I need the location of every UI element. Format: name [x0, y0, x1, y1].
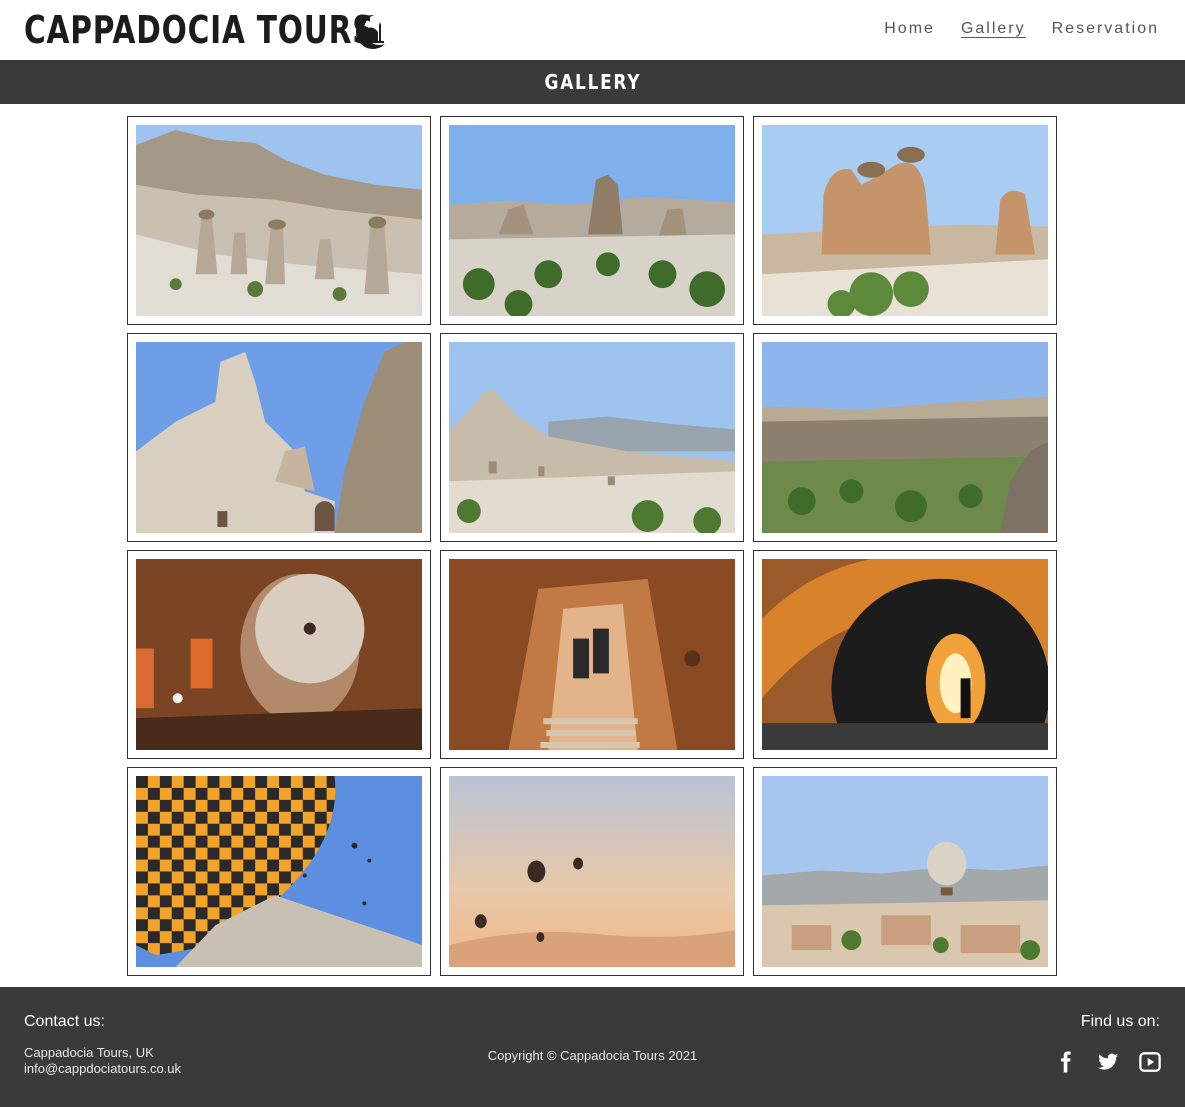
main-nav: Home Gallery Reservation	[884, 20, 1159, 38]
gallery-photo[interactable]	[753, 333, 1057, 542]
nav-home[interactable]: Home	[884, 20, 935, 38]
photo-ihlara-valley	[762, 342, 1048, 533]
photo-uchisar-castle-town	[449, 342, 735, 533]
gallery-photo[interactable]	[127, 116, 431, 325]
copyright-text: Copyright © Cappadocia Tours 2021	[487, 1048, 698, 1063]
contact-title: Contact us:	[24, 1013, 105, 1030]
youtube-icon[interactable]	[1139, 1051, 1161, 1073]
nav-gallery[interactable]: Gallery	[961, 20, 1026, 38]
gallery-photo[interactable]	[440, 767, 744, 976]
page-title: GALLERY	[544, 70, 641, 94]
contact-email[interactable]: info@cappdociatours.co.uk	[24, 1061, 181, 1076]
find-us-title: Find us on:	[1080, 1013, 1160, 1030]
social-links	[1055, 1051, 1161, 1073]
site-footer: Contact us: Cappadocia Tours, UK info@ca…	[0, 987, 1185, 1107]
mosque-crescent-icon	[355, 14, 385, 49]
photo-camel-rock	[762, 125, 1048, 316]
gallery-photo[interactable]	[440, 333, 744, 542]
site-header: CAPPADOCIA TOURS Home Gallery Reservatio…	[0, 0, 1185, 60]
gallery-photo[interactable]	[753, 550, 1057, 759]
photo-rock-formations-trees	[449, 125, 735, 316]
brand-title: CAPPADOCIA TOURS	[24, 8, 375, 52]
photo-fairy-chimneys-valley	[136, 125, 422, 316]
twitter-icon[interactable]	[1097, 1051, 1119, 1073]
photo-balloon-over-town	[762, 776, 1048, 967]
gallery-photo[interactable]	[753, 767, 1057, 976]
gallery-photo[interactable]	[440, 116, 744, 325]
gallery-photo[interactable]	[127, 333, 431, 542]
photo-cave-dwellings-rock	[136, 342, 422, 533]
facebook-icon[interactable]	[1055, 1051, 1077, 1073]
photo-gallery	[127, 116, 1058, 976]
gallery-photo[interactable]	[753, 116, 1057, 325]
photo-underground-tunnel-stairs	[449, 559, 735, 750]
brand[interactable]: CAPPADOCIA TOURS	[24, 8, 375, 52]
photo-balloon-burner-flame	[762, 559, 1048, 750]
gallery-photo[interactable]	[127, 767, 431, 976]
gallery-photo[interactable]	[440, 550, 744, 759]
photo-checkered-balloon-sky	[136, 776, 422, 967]
gallery-photo[interactable]	[127, 550, 431, 759]
photo-underground-city-stone-door	[136, 559, 422, 750]
nav-reservation[interactable]: Reservation	[1052, 20, 1159, 38]
photo-balloons-at-sunrise	[449, 776, 735, 967]
page-banner: GALLERY	[0, 60, 1185, 104]
